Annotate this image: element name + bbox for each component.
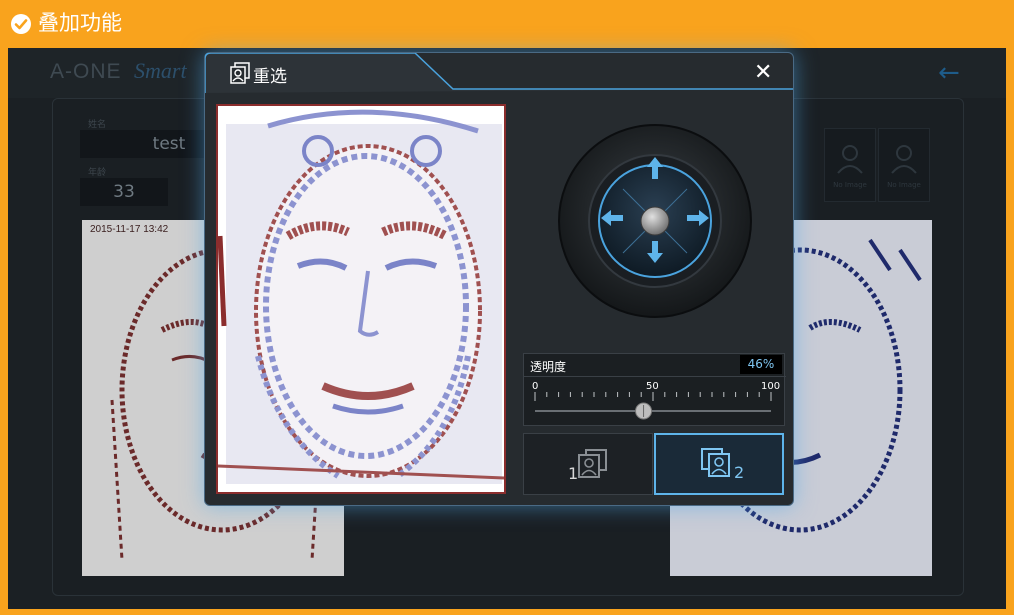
layer-2-button[interactable]: 2 — [654, 433, 784, 495]
banner-title: 叠加功能 — [38, 11, 122, 35]
app-logo-sub: Smart — [134, 58, 187, 83]
layer-portrait-icon — [701, 448, 730, 477]
layer-portrait-icon — [578, 449, 607, 478]
layer-1-label: 1 — [568, 464, 579, 483]
user-placeholder-icon — [891, 145, 917, 174]
arrow-left-icon[interactable] — [601, 209, 623, 227]
arrow-down-icon[interactable] — [646, 241, 664, 263]
tick-label-max: 100 — [761, 381, 781, 392]
opacity-label: 透明度 — [530, 360, 567, 374]
thumbnail-label: No Image — [833, 181, 867, 189]
thumbnail-slot[interactable]: No Image — [878, 128, 930, 202]
face-overlay-sketch — [218, 106, 504, 492]
opacity-slider[interactable] — [524, 392, 786, 424]
app-logo: A-ONE — [50, 60, 122, 83]
age-label: 年龄 — [88, 168, 107, 178]
opacity-value[interactable]: 46% — [740, 355, 782, 374]
slider-thumb[interactable] — [635, 402, 653, 420]
user-placeholder-icon — [837, 145, 863, 174]
arrow-right-icon[interactable] — [687, 209, 709, 227]
opacity-divider — [524, 376, 786, 377]
layer-2-label: 2 — [734, 463, 745, 482]
back-arrow-icon[interactable]: ← — [938, 60, 960, 86]
thumbnail-label: No Image — [887, 181, 921, 189]
dialog-title: 重选 — [253, 67, 287, 87]
opacity-control: 透明度 46% 0 50 100 — [523, 353, 786, 426]
tick-label-mid: 50 — [646, 381, 659, 392]
name-label: 姓名 — [88, 120, 107, 130]
photo-timestamp: 2015-11-17 13:42 — [90, 224, 169, 235]
feature-banner: 叠加功能 — [0, 0, 1014, 48]
layer-1-button[interactable]: 1 — [523, 433, 653, 495]
portrait-layers-icon — [230, 62, 250, 84]
overlay-preview-image — [216, 104, 506, 494]
check-circle-icon — [11, 14, 31, 34]
dialog-header — [205, 53, 793, 93]
thumbnail-slot[interactable]: No Image — [824, 128, 876, 202]
arrow-up-icon[interactable] — [646, 157, 664, 179]
age-field[interactable]: 33 — [80, 178, 168, 206]
tick-label-min: 0 — [532, 381, 539, 392]
overlay-dialog: 重选 ✕ 透明度 46% 0 50 100 1 2 — [204, 52, 794, 506]
direction-pad[interactable] — [557, 123, 753, 319]
close-icon[interactable]: ✕ — [754, 62, 772, 84]
